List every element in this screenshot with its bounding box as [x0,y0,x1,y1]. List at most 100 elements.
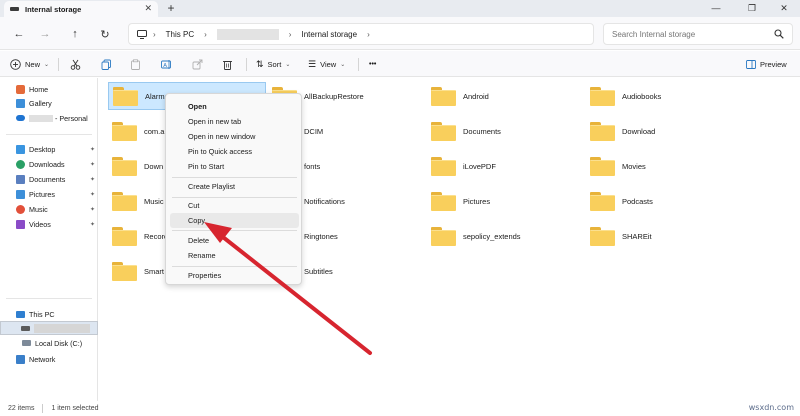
refresh-button[interactable]: ↻ [96,25,114,43]
chevron-down-icon: ⌄ [44,61,50,68]
close-window-button[interactable]: ✕ [768,0,800,16]
menu-item-open-new-tab[interactable]: Open in new tab [170,114,299,129]
tab-internal-storage[interactable]: Internal storage ✕ [4,1,158,17]
breadcrumb-this-pc[interactable]: This PC [166,30,194,39]
folder-item[interactable]: sepolicy_extends [427,222,585,250]
plus-circle-icon [10,58,21,70]
refresh-icon: ↻ [100,28,110,41]
menu-item-copy[interactable]: Copy [170,213,299,228]
pictures-icon [16,189,25,199]
trash-icon [223,60,232,70]
folder-name: fonts [304,161,321,171]
menu-item-open[interactable]: Open [170,99,299,114]
folder-item[interactable]: Pictures [427,187,585,215]
rename-button[interactable]: A [161,55,172,73]
breadcrumb-internal-storage[interactable]: Internal storage [301,30,357,39]
sidebar-item-documents[interactable]: Documents ✦ [0,172,98,186]
sidebar-item-videos[interactable]: Videos ✦ [0,217,98,231]
sidebar-item-label: Home [29,84,49,94]
folder-name: sepolicy_extends [463,231,521,241]
sidebar-item-network[interactable]: Network [0,352,98,366]
search-icon[interactable] [774,29,784,39]
sidebar-item-desktop[interactable]: Desktop ✦ [0,142,98,156]
new-label: New [25,59,41,69]
folder-item[interactable]: Documents [427,117,585,145]
breadcrumb-separator: › [153,29,156,39]
redacted-device-name [34,323,90,333]
sort-label: Sort [267,59,282,69]
redacted-breadcrumb[interactable] [216,28,279,40]
sidebar-item-internal-storage[interactable] [0,321,98,335]
sidebar-item-onedrive[interactable]: - Personal [0,111,98,125]
pin-icon[interactable]: ✦ [90,146,95,153]
sidebar-item-home[interactable]: Home [0,82,98,96]
sidebar-item-label: Desktop [29,144,56,154]
more-options-button[interactable]: ••• [369,55,376,73]
menu-item-rename[interactable]: Rename [170,248,299,263]
search-box[interactable] [603,23,793,45]
menu-item-delete[interactable]: Delete [170,233,299,248]
sidebar-item-music[interactable]: Music ✦ [0,202,98,216]
folder-item[interactable]: Android [427,82,585,110]
pin-icon[interactable]: ✦ [90,161,95,168]
redacted-account-name [29,114,53,122]
folder-icon [112,191,137,211]
sidebar-item-gallery[interactable]: Gallery [0,96,98,110]
navigation-pane: Home Gallery - Personal Desktop ✦ Downlo… [0,78,98,401]
selection-count: 1 item selected [51,405,99,412]
minimize-button[interactable]: — [700,0,732,16]
sidebar-item-local-disk[interactable]: Local Disk (C:) [0,336,98,350]
pin-icon[interactable]: ✦ [90,221,95,228]
folder-item[interactable]: Download [586,117,744,145]
search-input[interactable] [612,29,772,39]
up-button[interactable]: ↑ [66,25,84,43]
preview-button[interactable]: Preview [746,55,787,73]
music-icon [16,204,25,214]
delete-button[interactable] [222,55,233,73]
folder-name: Movies [622,161,646,171]
item-count: 22 items [8,405,35,412]
pin-icon[interactable]: ✦ [90,191,95,198]
menu-item-open-new-window[interactable]: Open in new window [170,129,299,144]
drive-icon [21,325,30,331]
cut-button[interactable] [70,55,81,73]
share-button[interactable] [192,55,203,73]
sidebar-item-pictures[interactable]: Pictures ✦ [0,187,98,201]
folder-item[interactable]: Podcasts [586,187,744,215]
copy-button[interactable] [101,55,112,73]
tab-close-icon[interactable]: ✕ [144,4,152,13]
breadcrumb-separator: › [288,29,292,39]
view-icon: ☰ [308,58,317,69]
folder-name: iLovePDF [463,161,496,171]
folder-name: Pictures [463,196,491,206]
more-icon: ••• [369,60,377,68]
view-button[interactable]: ☰ View ⌄ [308,55,345,73]
menu-item-properties[interactable]: Properties [170,268,299,283]
forward-button[interactable]: → [36,25,54,43]
sidebar-item-this-pc[interactable]: This PC [0,307,98,321]
address-bar[interactable]: › This PC › › Internal storage › [128,23,594,45]
menu-item-pin-quick-access[interactable]: Pin to Quick access [170,144,299,159]
menu-item-create-playlist[interactable]: Create Playlist [170,179,299,194]
back-button[interactable]: ← [10,25,28,43]
folder-item[interactable]: iLovePDF [427,152,585,180]
folder-item[interactable]: Audiobooks [586,82,744,110]
sort-button[interactable]: ⇅ Sort ⌄ [256,55,290,73]
menu-item-cut[interactable]: Cut [170,198,299,213]
folder-icon [112,261,137,281]
pin-icon[interactable]: ✦ [90,206,95,213]
pin-icon[interactable]: ✦ [90,176,95,183]
chevron-down-icon: ⌄ [340,61,346,68]
paste-button[interactable] [130,55,141,73]
sidebar-item-downloads[interactable]: Downloads ✦ [0,157,98,171]
folder-item[interactable]: Movies [586,152,744,180]
new-button[interactable]: New ⌄ [10,55,49,73]
folder-icon [431,226,456,246]
folder-item[interactable]: SHAREit [586,222,744,250]
view-label: View [320,59,337,69]
maximize-button[interactable]: ❐ [736,0,768,16]
new-tab-button[interactable]: + [164,1,178,15]
folder-icon [431,191,456,211]
menu-item-pin-start[interactable]: Pin to Start [170,159,299,174]
folder-icon [112,226,137,246]
